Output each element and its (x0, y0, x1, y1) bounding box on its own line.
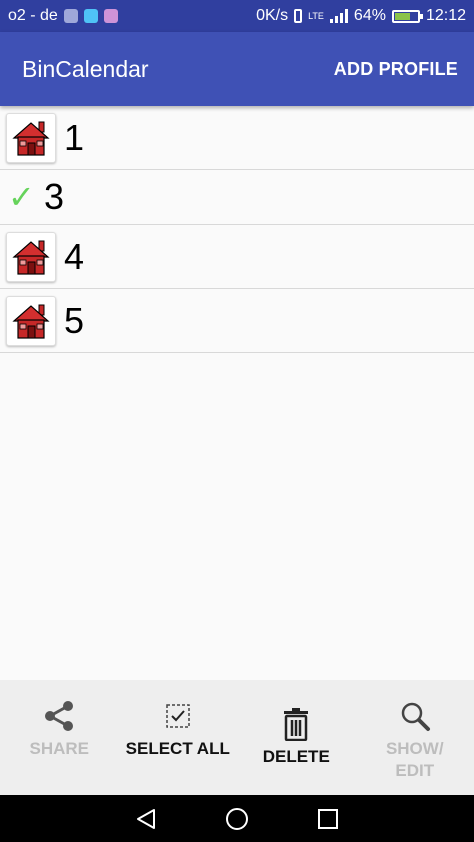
select-all-label: SELECT ALL (125, 739, 230, 758)
battery-percent: 64% (353, 7, 386, 24)
network-speed: 0K/s (256, 7, 289, 24)
profile-list: 1 ✓ 3 4 5 (0, 106, 474, 353)
trash-icon (282, 708, 310, 741)
carrier-label: o2 - de (8, 7, 58, 24)
clock: 12:12 (425, 7, 466, 24)
check-icon: ✓ (8, 179, 35, 215)
battery-icon (391, 9, 423, 23)
show-edit-line-2: EDIT (395, 761, 435, 780)
profile-row[interactable]: ✓ 3 (0, 170, 474, 225)
app-bar: BinCalendar ADD PROFILE (0, 32, 474, 106)
show-edit-button[interactable]: SHOW/ EDIT (356, 680, 474, 795)
recents-icon[interactable] (316, 807, 340, 831)
profile-row[interactable]: 1 (0, 106, 474, 170)
profile-label: 1 (64, 116, 85, 158)
profile-label: 3 (44, 176, 65, 217)
app-notification-icon (63, 9, 78, 23)
house-icon (6, 231, 56, 282)
house-icon (6, 112, 56, 163)
show-edit-label: SHOW/ EDIT (386, 738, 444, 782)
android-notification-icon (83, 9, 98, 23)
app-title: BinCalendar (22, 55, 149, 82)
add-profile-button[interactable]: ADD PROFILE (334, 59, 458, 80)
signal-icon (329, 9, 348, 23)
share-label: SHARE (29, 739, 89, 758)
lte-label: LTE (308, 11, 324, 21)
profile-label: 4 (64, 235, 85, 277)
share-button[interactable]: SHARE (0, 680, 119, 795)
delete-label: DELETE (262, 747, 330, 766)
back-icon[interactable] (134, 807, 158, 831)
vibrate-icon (294, 9, 303, 23)
magnifier-icon (399, 700, 431, 732)
profile-label: 5 (64, 299, 85, 341)
share-icon (42, 700, 76, 732)
bottom-action-bar: SHARE SELECT ALL DELETE SHOW/ EDIT (0, 680, 474, 795)
delete-button[interactable]: DELETE (237, 680, 356, 795)
select-all-button[interactable]: SELECT ALL (119, 680, 238, 795)
house-icon (6, 295, 56, 346)
profile-row[interactable]: 5 (0, 289, 474, 353)
show-edit-line-1: SHOW/ (385, 739, 444, 758)
profile-row[interactable]: 4 (0, 225, 474, 289)
navigation-bar (0, 795, 474, 842)
select-all-icon (165, 700, 191, 732)
gallery-notification-icon (103, 9, 118, 23)
home-icon[interactable] (225, 807, 249, 831)
status-bar: o2 - de 0K/s LTE 64% 12:12 (0, 0, 474, 32)
